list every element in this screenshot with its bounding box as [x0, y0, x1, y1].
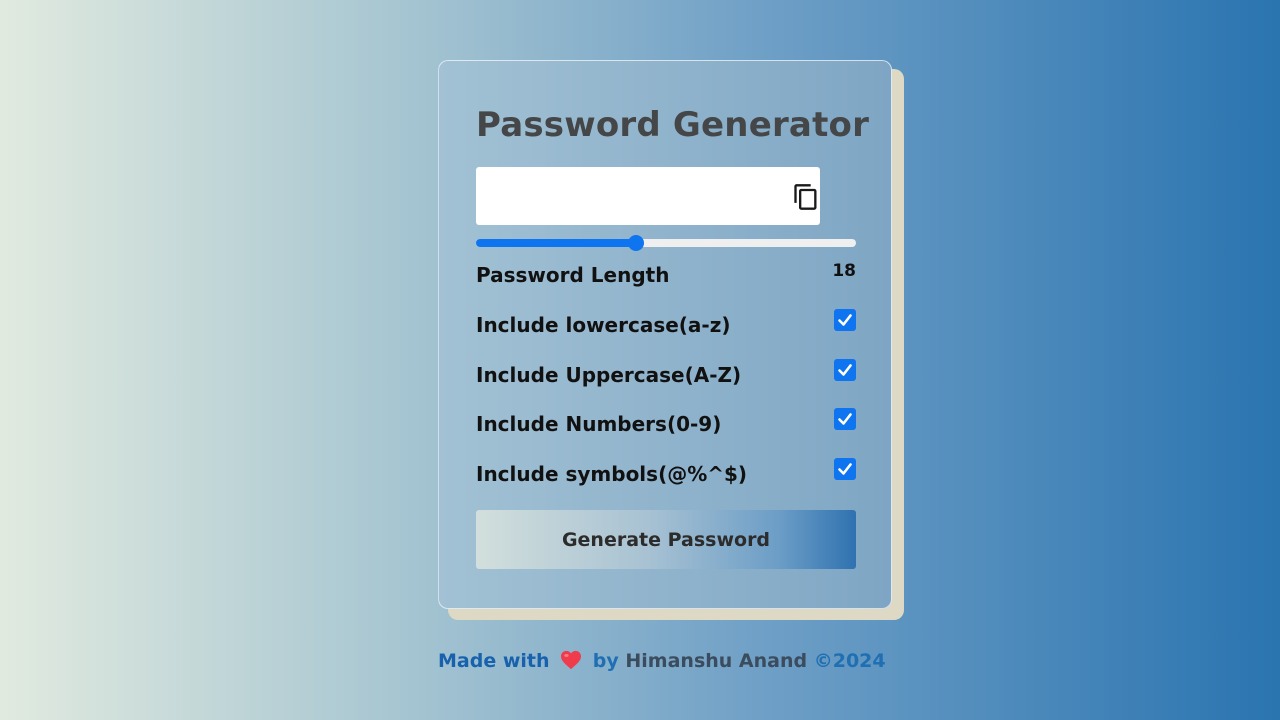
footer-made-with: Made with	[438, 650, 550, 672]
footer-copyright: ©2024	[813, 650, 886, 672]
checkmark-icon	[838, 364, 852, 376]
symbols-checkbox[interactable]	[834, 458, 856, 480]
footer-by: by	[592, 650, 619, 672]
password-length-row: Password Length 18	[476, 261, 856, 291]
password-length-label: Password Length	[476, 263, 670, 287]
option-lowercase-label: Include lowercase(a-z)	[476, 313, 731, 337]
footer: Made with by Himanshu Anand ©2024	[438, 650, 886, 675]
copy-icon[interactable]	[792, 183, 820, 211]
option-numbers-label: Include Numbers(0-9)	[476, 412, 722, 436]
option-numbers: Include Numbers(0-9)	[476, 408, 856, 440]
checkmark-icon	[838, 463, 852, 475]
option-lowercase: Include lowercase(a-z)	[476, 309, 856, 341]
slider-fill	[476, 239, 636, 247]
page-title: Password Generator	[476, 105, 870, 145]
password-generator-card: Password Generator Password Length 18 In…	[438, 60, 892, 609]
option-uppercase: Include Uppercase(A-Z)	[476, 359, 856, 391]
numbers-checkbox[interactable]	[834, 408, 856, 430]
option-symbols-label: Include symbols(@%^$)	[476, 462, 748, 486]
generate-password-button[interactable]: Generate Password	[476, 510, 856, 569]
footer-author[interactable]: Himanshu Anand	[625, 650, 807, 672]
option-uppercase-label: Include Uppercase(A-Z)	[476, 363, 742, 387]
heart-icon	[560, 650, 582, 675]
checkmark-icon	[838, 314, 852, 326]
length-slider[interactable]	[476, 235, 856, 251]
password-length-value: 18	[832, 261, 856, 281]
lowercase-checkbox[interactable]	[834, 309, 856, 331]
option-symbols: Include symbols(@%^$)	[476, 458, 856, 490]
password-output-field[interactable]	[476, 167, 776, 225]
uppercase-checkbox[interactable]	[834, 359, 856, 381]
password-display	[476, 167, 820, 225]
slider-thumb[interactable]	[627, 235, 644, 251]
checkmark-icon	[838, 413, 852, 425]
